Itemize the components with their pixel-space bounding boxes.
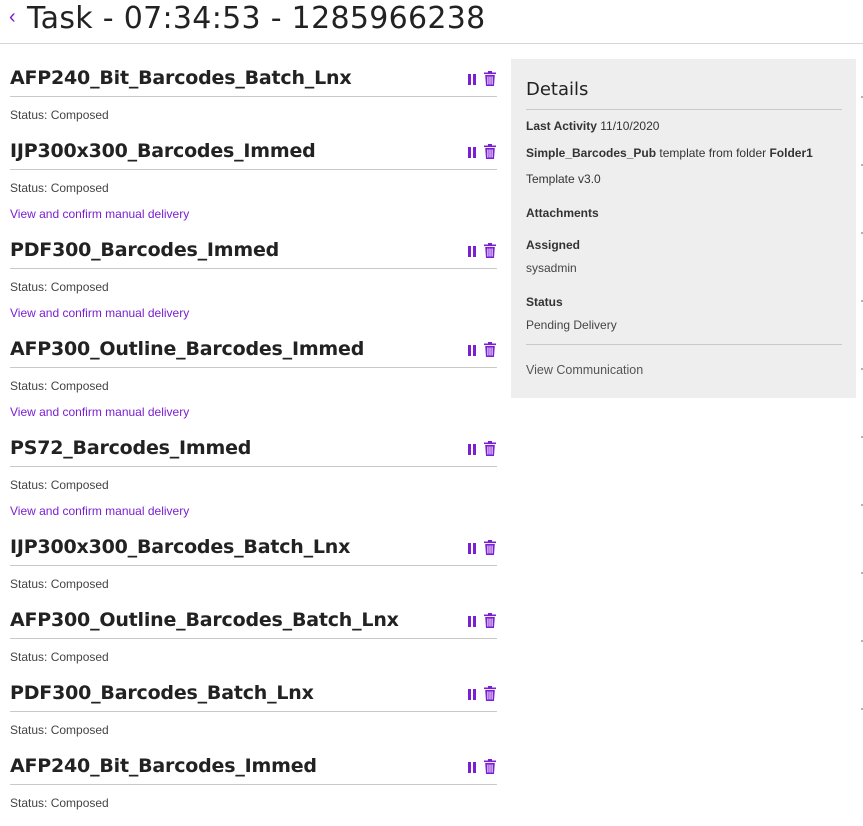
manual-delivery-link[interactable]: View and confirm manual delivery — [10, 306, 497, 320]
template-folder: Folder1 — [769, 146, 813, 160]
task-status: Status: Composed — [10, 108, 109, 122]
task-name: AFP300_Outline_Barcodes_Batch_Lnx — [10, 609, 399, 631]
task-status: Status: Composed — [10, 650, 109, 664]
trash-icon[interactable] — [484, 540, 496, 555]
template-version: Template v3.0 — [526, 172, 601, 186]
pause-icon[interactable] — [468, 616, 476, 627]
task-header: AFP300_Outline_Barcodes_Batch_Lnx — [10, 603, 497, 639]
status-label: Status — [526, 295, 563, 309]
task-status: Status: Composed — [10, 796, 109, 810]
last-activity: Last Activity 11/10/2020 — [526, 119, 842, 133]
task-item: IJP300x300_Barcodes_Immed Status: Compose… — [10, 134, 497, 221]
task-item: PS72_Barcodes_Immed Status: Composed View … — [10, 431, 497, 518]
chevron-left-icon[interactable]: ‹ — [9, 7, 16, 27]
task-header: PDF300_Barcodes_Immed — [10, 233, 497, 269]
template-name: Simple_Barcodes_Pub — [526, 146, 657, 160]
trash-icon[interactable] — [484, 71, 496, 86]
details-divider — [526, 109, 842, 110]
task-item: PDF300_Barcodes_Batch_Lnx Status: Compose… — [10, 676, 497, 737]
task-name: IJP300x300_Barcodes_Batch_Lnx — [10, 536, 351, 558]
trash-icon[interactable] — [484, 759, 496, 774]
task-item: AFP300_Outline_Barcodes_Immed Status: Com… — [10, 332, 497, 419]
last-activity-value: 11/10/2020 — [600, 119, 660, 133]
manual-delivery-link[interactable]: View and confirm manual delivery — [10, 405, 497, 419]
details-panel: Details Last Activity 11/10/2020 Simple_… — [511, 59, 856, 398]
pause-icon[interactable] — [468, 345, 476, 356]
task-list: AFP240_Bit_Barcodes_Batch_Lnx Status: Com… — [10, 61, 497, 822]
task-item: AFP240_Bit_Barcodes_Batch_Lnx Status: Com… — [10, 61, 497, 122]
task-name: IJP300x300_Barcodes_Immed — [10, 140, 316, 162]
attachments-label: Attachments — [526, 206, 599, 220]
task-header: AFP240_Bit_Barcodes_Batch_Lnx — [10, 61, 497, 97]
manual-delivery-link[interactable]: View and confirm manual delivery — [10, 504, 497, 518]
task-name: PDF300_Barcodes_Immed — [10, 239, 280, 261]
task-header: AFP300_Outline_Barcodes_Immed — [10, 332, 497, 368]
task-status: Status: Composed — [10, 181, 109, 195]
task-status: Status: Composed — [10, 723, 109, 737]
status-value: Pending Delivery — [526, 318, 617, 332]
task-header: IJP300x300_Barcodes_Batch_Lnx — [10, 530, 497, 566]
task-status: Status: Composed — [10, 280, 109, 294]
trash-icon[interactable] — [484, 613, 496, 628]
trash-icon[interactable] — [484, 441, 496, 456]
details-divider-bottom — [526, 344, 842, 345]
assigned-label: Assigned — [526, 238, 581, 252]
details-title: Details — [526, 79, 589, 100]
pause-icon[interactable] — [468, 444, 476, 455]
task-name: PDF300_Barcodes_Batch_Lnx — [10, 682, 314, 704]
pause-icon[interactable] — [468, 147, 476, 158]
task-name: AFP240_Bit_Barcodes_Immed — [10, 755, 317, 777]
pause-icon[interactable] — [468, 543, 476, 554]
page-title: Task - 07:34:53 - 1285966238 — [27, 1, 486, 36]
trash-icon[interactable] — [484, 686, 496, 701]
trash-icon[interactable] — [484, 144, 496, 159]
trash-icon[interactable] — [484, 243, 496, 258]
task-name: AFP240_Bit_Barcodes_Batch_Lnx — [10, 67, 352, 89]
task-item: AFP300_Outline_Barcodes_Batch_Lnx Status:… — [10, 603, 497, 664]
task-header: PS72_Barcodes_Immed — [10, 431, 497, 467]
template-from-text: template from folder — [659, 146, 767, 160]
pause-icon[interactable] — [468, 74, 476, 85]
task-name: AFP300_Outline_Barcodes_Immed — [10, 338, 365, 360]
view-communication-link[interactable]: View Communication — [526, 363, 842, 379]
task-item: PDF300_Barcodes_Immed Status: Composed Vie… — [10, 233, 497, 320]
assigned-value: sysadmin — [526, 261, 577, 275]
task-name: PS72_Barcodes_Immed — [10, 437, 252, 459]
task-header: AFP240_Bit_Barcodes_Immed — [10, 749, 497, 785]
pause-icon[interactable] — [468, 762, 476, 773]
scroll-edge-marks — [859, 96, 863, 736]
trash-icon[interactable] — [484, 342, 496, 357]
last-activity-label: Last Activity — [526, 119, 597, 133]
pause-icon[interactable] — [468, 689, 476, 700]
task-status: Status: Composed — [10, 577, 109, 591]
task-header: PDF300_Barcodes_Batch_Lnx — [10, 676, 497, 712]
task-header: IJP300x300_Barcodes_Immed — [10, 134, 497, 170]
template-info: Simple_Barcodes_Pub template from folder… — [526, 146, 842, 160]
page-header: ‹ Task - 07:34:53 - 1285966238 — [0, 0, 863, 44]
task-status: Status: Composed — [10, 478, 109, 492]
manual-delivery-link[interactable]: View and confirm manual delivery — [10, 207, 497, 221]
task-status: Status: Composed — [10, 379, 109, 393]
task-item: IJP300x300_Barcodes_Batch_Lnx Status: Com… — [10, 530, 497, 591]
task-item: AFP240_Bit_Barcodes_Immed Status: Compose… — [10, 749, 497, 810]
pause-icon[interactable] — [468, 246, 476, 257]
